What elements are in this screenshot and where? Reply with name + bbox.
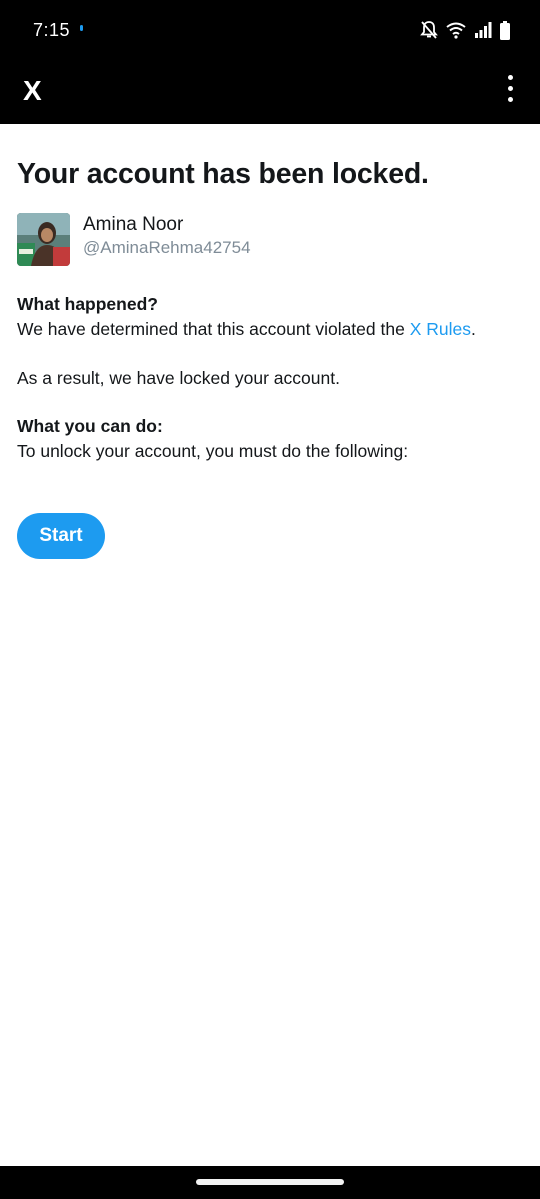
menu-dot <box>507 74 513 80</box>
result-text: As a result, we have locked your account… <box>17 368 340 388</box>
x-rules-link[interactable]: X Rules <box>410 319 471 339</box>
avatar-image <box>17 213 70 266</box>
user-name: Amina Noor <box>83 214 184 235</box>
user-info: Amina Noor @AminaRehma42754 <box>83 213 251 267</box>
locked-account-content: Your account has been locked. Amina Noor… <box>17 124 523 559</box>
avatar <box>17 213 70 266</box>
status-icons <box>420 19 510 41</box>
home-gesture-handle[interactable] <box>196 1179 344 1185</box>
notification-dot-icon <box>80 25 83 31</box>
what-you-can-do-title: What you can do: <box>17 416 163 436</box>
wifi-icon <box>446 22 466 39</box>
what-happened-text-start: We have determined that this account vio… <box>17 319 410 339</box>
menu-dot <box>507 96 513 102</box>
what-happened-section: What happened? We have determined that t… <box>17 292 523 342</box>
status-time: 7:15 <box>33 20 71 40</box>
what-happened-text: We have determined that this account vio… <box>17 316 523 342</box>
start-button[interactable]: Start <box>17 513 105 559</box>
user-handle: @AminaRehma42754 <box>83 238 251 257</box>
menu-dot <box>507 85 513 91</box>
what-you-can-do-section: What you can do: To unlock your account,… <box>17 414 523 464</box>
navigation-bar <box>0 1166 540 1199</box>
x-logo[interactable]: X <box>21 73 44 109</box>
status-bar: 7:15 <box>0 0 540 60</box>
app-bar: X <box>0 60 540 124</box>
what-you-can-do-text: To unlock your account, you must do the … <box>17 441 409 461</box>
more-vertical-icon[interactable] <box>502 72 518 104</box>
signal-icon <box>475 22 492 38</box>
user-card: Amina Noor @AminaRehma42754 <box>17 213 523 267</box>
what-happened-text-end: . <box>470 319 476 339</box>
what-happened-title: What happened? <box>17 294 158 314</box>
page-title: Your account has been locked. <box>17 158 429 190</box>
battery-icon <box>500 20 510 40</box>
bell-off-icon <box>420 21 438 39</box>
